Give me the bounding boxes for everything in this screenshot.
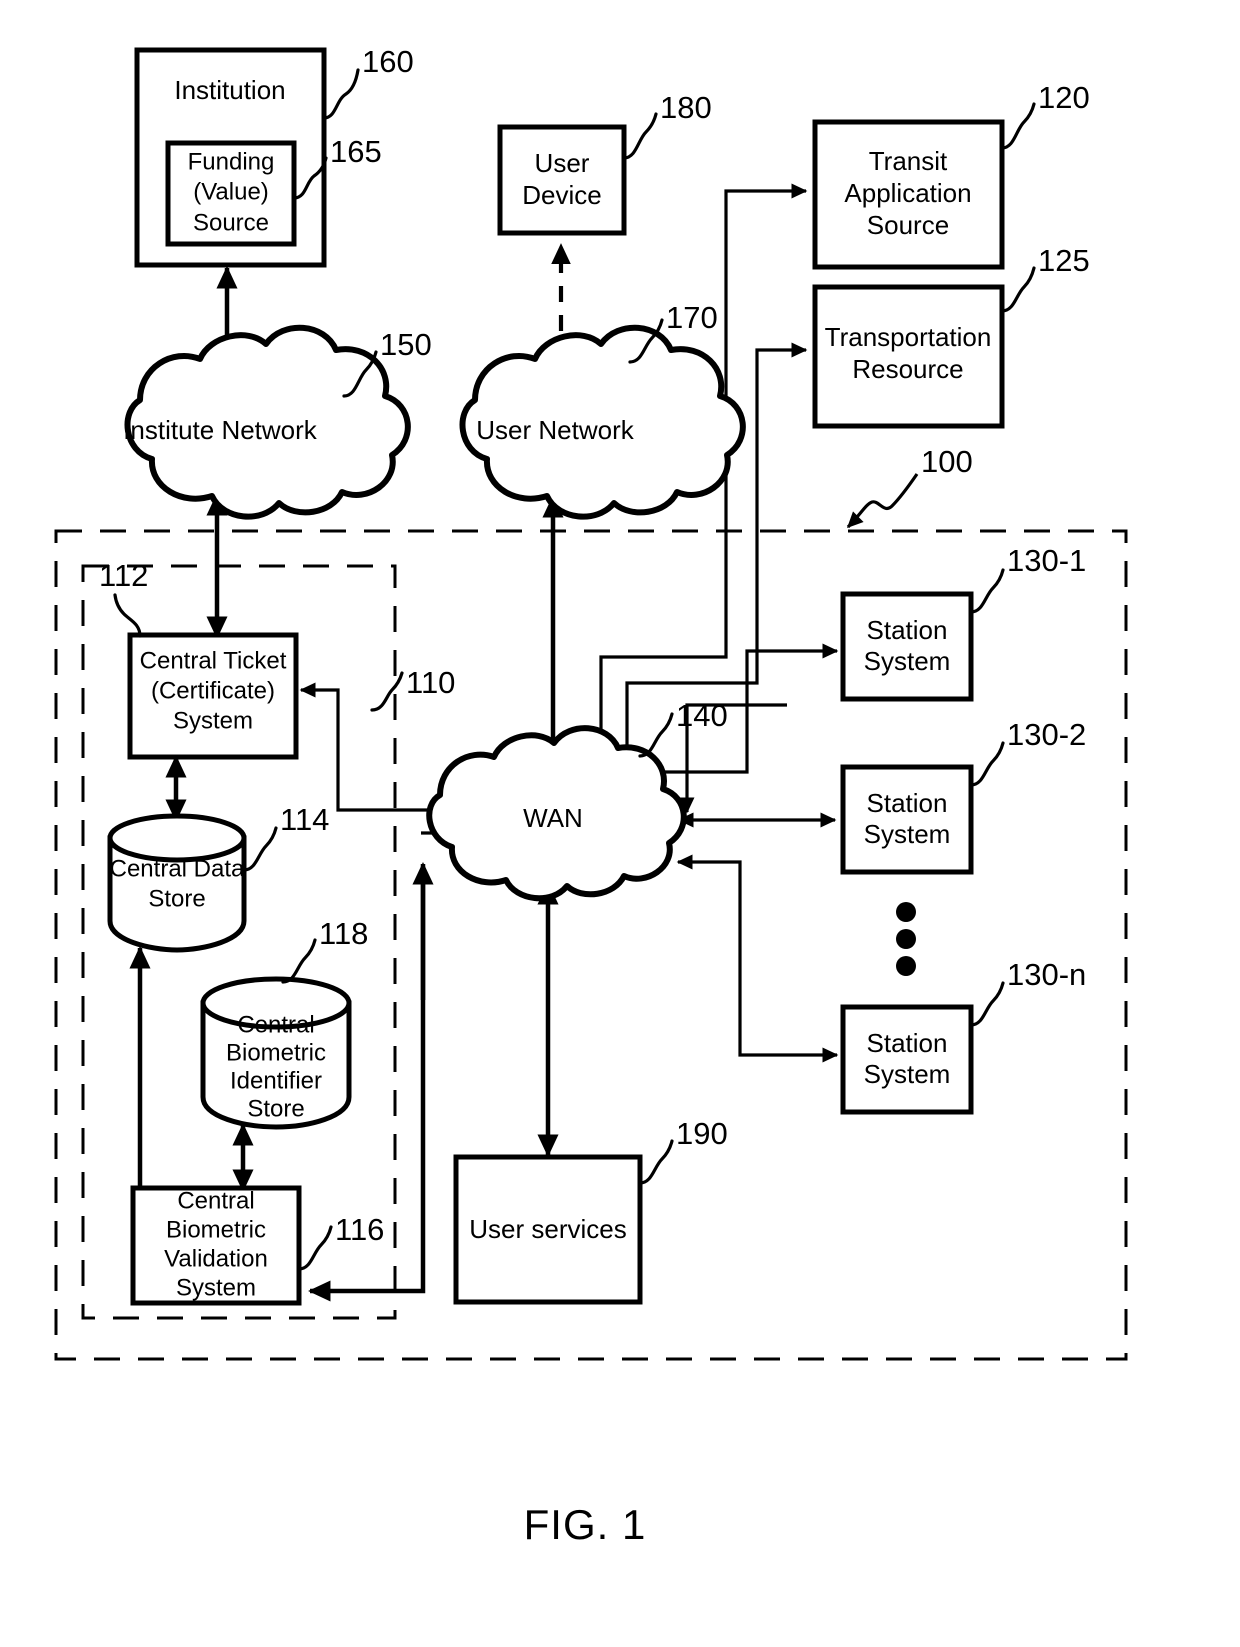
central-data-store-label-line2: Store bbox=[148, 885, 205, 912]
ref-label-114: 114 bbox=[280, 802, 329, 837]
ref-leader-100: 100 bbox=[846, 444, 973, 529]
central-data-store-label-line1: Central Data bbox=[110, 855, 245, 882]
ref-label-112: 112 bbox=[99, 558, 148, 593]
node-funding-value-source: Funding (Value) Source bbox=[165, 140, 297, 247]
node-transportation-resource: Transportation Resource bbox=[812, 284, 1005, 429]
ref-label-130-n: 130-n bbox=[1007, 957, 1086, 992]
funding-source-label-line3: Source bbox=[193, 209, 269, 236]
connector-wan-station-system-n bbox=[676, 854, 839, 1063]
node-user-services: User services bbox=[453, 1154, 643, 1305]
node-central-biometric-identifier-store: Central Biometric Identifier Store bbox=[200, 976, 352, 1130]
node-transit-application-source: Transit Application Source bbox=[812, 119, 1005, 270]
transit-application-source-label-line1: Transit bbox=[869, 146, 948, 176]
ref-label-120: 120 bbox=[1038, 80, 1090, 115]
ref-label-140: 140 bbox=[676, 698, 728, 733]
node-institute-network: Institute Network bbox=[123, 324, 411, 520]
ref-label-130-1: 130-1 bbox=[1007, 543, 1086, 578]
ref-label-125: 125 bbox=[1038, 243, 1090, 278]
station-system-1-label-line1: Station bbox=[867, 615, 948, 645]
central-biometric-validation-system-label-line3: Validation bbox=[164, 1245, 268, 1272]
central-biometric-validation-system-label-line1: Central bbox=[177, 1187, 254, 1214]
user-network-label: User Network bbox=[476, 415, 634, 445]
central-biometric-identifier-store-label-line4: Store bbox=[247, 1095, 304, 1122]
ref-leader-120: 120 bbox=[1000, 80, 1090, 150]
ref-label-116: 116 bbox=[335, 1212, 384, 1247]
node-station-system-n: Station System bbox=[840, 1004, 974, 1115]
ref-label-160: 160 bbox=[362, 44, 414, 79]
institution-label: Institution bbox=[174, 75, 285, 105]
station-system-2-label-line1: Station bbox=[867, 788, 948, 818]
ref-leader-180: 180 bbox=[622, 90, 712, 160]
node-central-data-store: Central Data Store bbox=[107, 813, 247, 953]
central-ticket-system-label-line1: Central Ticket bbox=[140, 647, 287, 674]
transit-application-source-label-line3: Source bbox=[867, 210, 949, 240]
node-station-system-1: Station System bbox=[840, 591, 974, 702]
ref-leader-118: 118 bbox=[281, 916, 368, 984]
ref-leader-160: 160 bbox=[322, 44, 414, 120]
user-device-label-line2: Device bbox=[522, 180, 601, 210]
ref-label-150: 150 bbox=[380, 327, 432, 362]
institute-network-label: Institute Network bbox=[123, 415, 318, 445]
transportation-resource-label-line1: Transportation bbox=[825, 322, 992, 352]
station-system-n-label-line2: System bbox=[864, 1059, 951, 1089]
ref-leader-190: 190 bbox=[638, 1116, 728, 1185]
station-system-2-label-line2: System bbox=[864, 819, 951, 849]
ref-leader-116: 116 bbox=[297, 1212, 384, 1271]
funding-source-label-line2: (Value) bbox=[193, 178, 269, 205]
central-biometric-identifier-store-label-line1: Central bbox=[237, 1011, 314, 1038]
transit-application-source-label-line2: Application bbox=[844, 178, 971, 208]
central-ticket-system-label-line2: (Certificate) bbox=[151, 677, 275, 704]
ref-label-110: 110 bbox=[406, 665, 455, 700]
central-biometric-validation-system-label-line4: System bbox=[176, 1274, 256, 1301]
ref-leader-110: 110 bbox=[370, 665, 455, 712]
station-systems-ellipsis bbox=[896, 902, 916, 976]
user-device-label-line1: User bbox=[535, 148, 590, 178]
ref-leader-140: 140 bbox=[638, 698, 728, 758]
node-user-network: User Network bbox=[459, 324, 746, 520]
node-station-system-2: Station System bbox=[840, 764, 974, 875]
ref-leader-130-1: 130-1 bbox=[969, 543, 1086, 614]
ref-label-190: 190 bbox=[676, 1116, 728, 1151]
user-services-label: User services bbox=[469, 1214, 626, 1244]
figure-caption: FIG. 1 bbox=[524, 1501, 647, 1548]
patent-figure: Institution Funding (Value) Source User … bbox=[0, 0, 1240, 1647]
station-system-n-label-line1: Station bbox=[867, 1028, 948, 1058]
central-biometric-validation-system-label-line2: Biometric bbox=[166, 1216, 266, 1243]
ref-leader-130-n: 130-n bbox=[969, 957, 1086, 1027]
node-user-device: User Device bbox=[497, 124, 627, 236]
ref-label-180: 180 bbox=[660, 90, 712, 125]
ref-leader-130-2: 130-2 bbox=[969, 717, 1086, 787]
ref-label-100: 100 bbox=[921, 444, 973, 479]
node-central-biometric-validation-system: Central Biometric Validation System bbox=[130, 1185, 302, 1306]
ref-leader-112: 112 bbox=[99, 558, 148, 638]
ref-leader-125: 125 bbox=[1000, 243, 1090, 313]
central-biometric-identifier-store-label-line3: Identifier bbox=[230, 1067, 322, 1094]
ref-label-170: 170 bbox=[666, 300, 718, 335]
funding-source-label-line1: Funding bbox=[188, 148, 275, 175]
ref-label-130-2: 130-2 bbox=[1007, 717, 1086, 752]
ref-label-118: 118 bbox=[319, 916, 368, 951]
wan-label: WAN bbox=[523, 803, 583, 833]
station-system-1-label-line2: System bbox=[864, 646, 951, 676]
ref-label-165: 165 bbox=[330, 134, 382, 169]
system-architecture-diagram: Institution Funding (Value) Source User … bbox=[54, 44, 1128, 1548]
ref-leader-114: 114 bbox=[242, 802, 329, 872]
transportation-resource-label-line2: Resource bbox=[852, 354, 963, 384]
central-ticket-system-label-line3: System bbox=[173, 707, 253, 734]
central-biometric-identifier-store-label-line2: Biometric bbox=[226, 1039, 326, 1066]
node-central-ticket-system: Central Ticket (Certificate) System bbox=[127, 632, 299, 760]
